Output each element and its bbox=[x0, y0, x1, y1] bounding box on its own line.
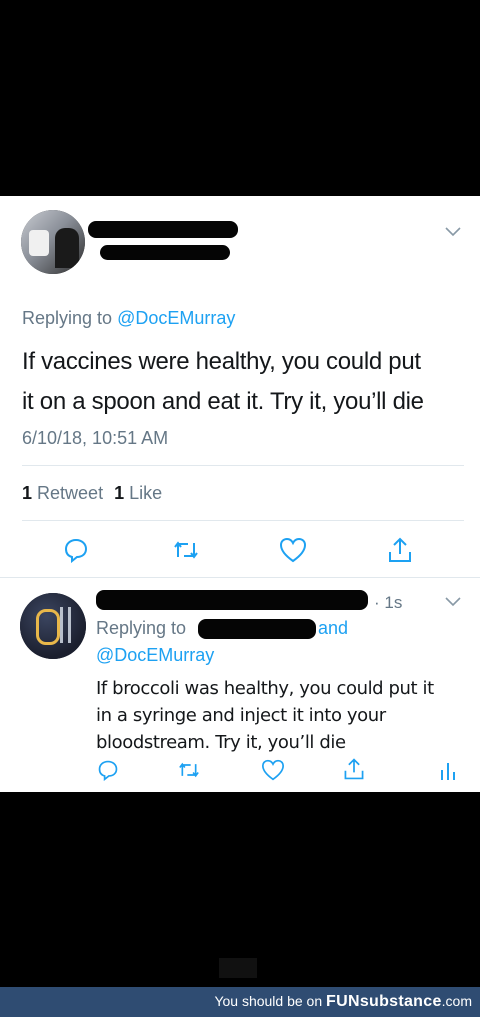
reply-time: · 1s bbox=[374, 593, 403, 612]
reply-replying-to-prefix: Replying to bbox=[96, 618, 187, 638]
reply-text-line-2: in a syringe and inject it into your bbox=[96, 705, 386, 726]
redacted-handle bbox=[100, 245, 230, 260]
redacted-mention bbox=[198, 619, 316, 639]
retweet-label: Retweet bbox=[37, 483, 104, 503]
divider bbox=[0, 577, 480, 578]
like-label: Like bbox=[129, 483, 163, 503]
like-stat[interactable]: 1 Like bbox=[114, 483, 162, 503]
reply-avatar[interactable] bbox=[20, 593, 86, 659]
retweet-icon[interactable] bbox=[172, 538, 200, 562]
watermark-prefix: You should be on bbox=[214, 993, 323, 1009]
retweet-stat[interactable]: 1 Retweet bbox=[22, 483, 108, 503]
reply-retweet-icon[interactable] bbox=[177, 760, 201, 780]
tweet-text: If vaccines were healthy, you could put … bbox=[22, 342, 424, 422]
reply-text-line-1: If broccoli was healthy, you could put i… bbox=[96, 678, 434, 699]
replying-to-prefix: Replying to bbox=[22, 308, 113, 328]
reply-share-icon[interactable] bbox=[342, 757, 366, 781]
divider bbox=[22, 520, 464, 521]
like-icon[interactable] bbox=[279, 537, 307, 563]
reply-handle-link[interactable]: @DocEMurray bbox=[96, 645, 214, 666]
reply-and-link[interactable]: and bbox=[318, 618, 348, 639]
tweet-text-line-2: it on a spoon and eat it. Try it, you’ll… bbox=[22, 388, 424, 415]
watermark-suffix: .com bbox=[441, 993, 472, 1009]
like-count: 1 bbox=[114, 483, 125, 503]
analytics-icon[interactable] bbox=[439, 760, 457, 780]
tweet-text-line-1: If vaccines were healthy, you could put bbox=[22, 348, 421, 375]
watermark-text: You should be on FUNsubstance.com bbox=[214, 993, 472, 1011]
reply-chevron-down-icon[interactable] bbox=[444, 596, 462, 608]
redacted-reply-name bbox=[96, 590, 368, 610]
reply-reply-icon[interactable] bbox=[97, 759, 119, 781]
share-icon[interactable] bbox=[386, 536, 414, 564]
reply-text: If broccoli was healthy, you could put i… bbox=[96, 675, 434, 756]
black-area-artifact bbox=[219, 958, 257, 978]
retweet-count: 1 bbox=[22, 483, 33, 503]
replying-to-handle-link[interactable]: @DocEMurray bbox=[117, 308, 235, 328]
chevron-down-icon[interactable] bbox=[444, 226, 462, 238]
redacted-name bbox=[88, 221, 238, 238]
author-avatar[interactable] bbox=[21, 210, 85, 274]
tweet-stats: 1 Retweet 1 Like bbox=[22, 483, 162, 504]
watermark-brand: FUNsubstance bbox=[326, 993, 442, 1010]
divider bbox=[22, 465, 464, 466]
reply-icon[interactable] bbox=[63, 537, 89, 563]
watermark-footer: You should be on FUNsubstance.com bbox=[0, 987, 480, 1017]
reply-like-icon[interactable] bbox=[261, 759, 285, 781]
reply-text-line-3: bloodstream. Try it, you’ll die bbox=[96, 732, 346, 753]
tweet-timestamp: 6/10/18, 10:51 AM bbox=[22, 428, 169, 448]
replying-to-line: Replying to @DocEMurray bbox=[22, 308, 235, 329]
